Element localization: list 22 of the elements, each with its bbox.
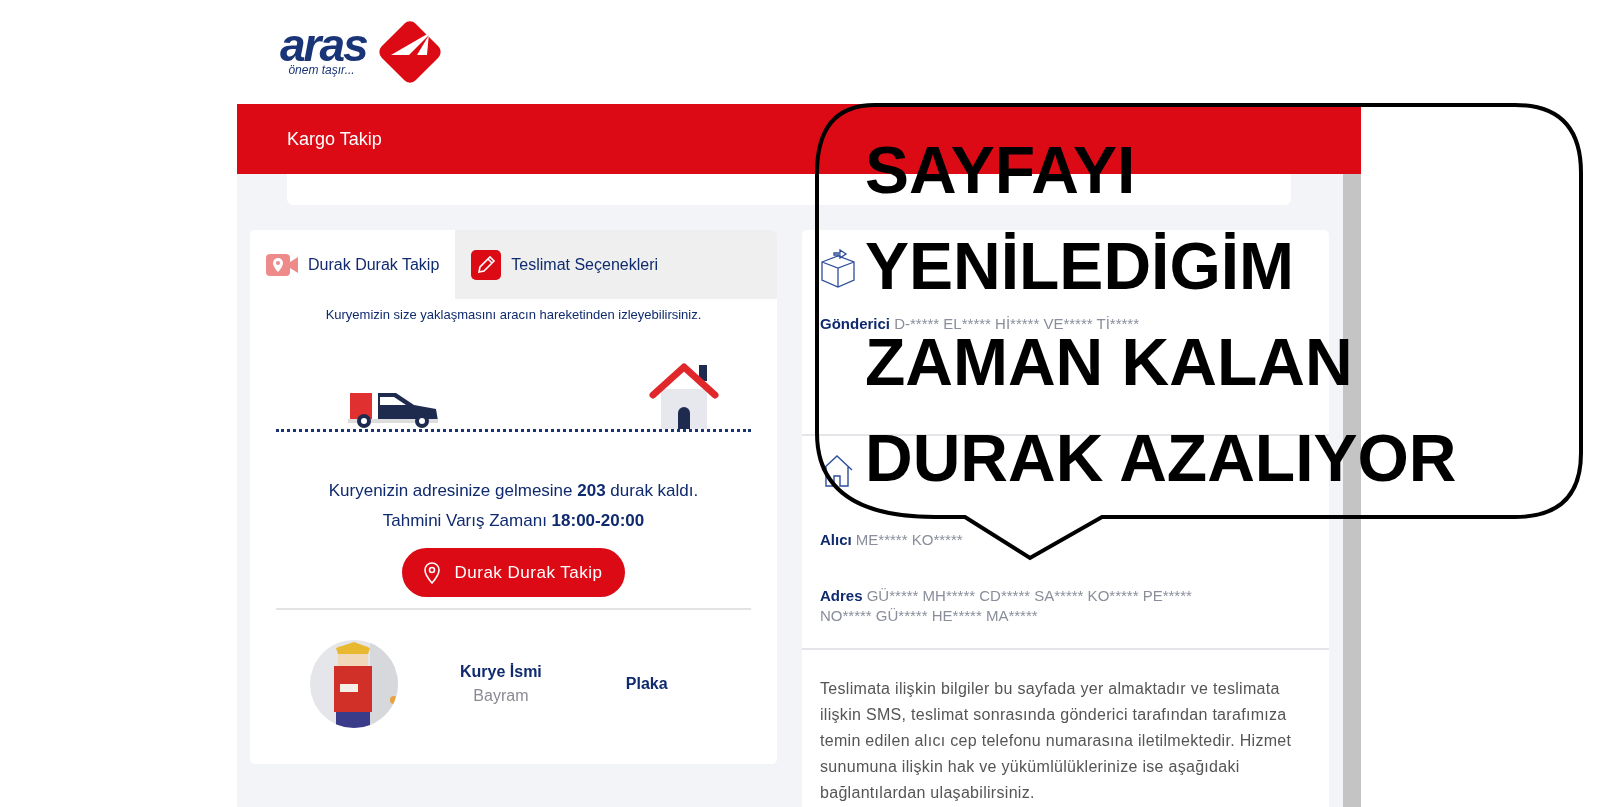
status-text: Tahmini Varış Zamanı 18:00-20:00 [381,510,646,532]
box-icon [820,248,856,288]
courier-name-label: Kurye İsmi [460,663,542,681]
pencil-icon [471,249,502,280]
logo-wordmark: aras [280,27,367,63]
track-button[interactable]: Durak Durak Takip [402,548,625,597]
location-pin-icon [424,561,441,584]
logo-tagline: önem taşır... [288,63,355,77]
plate-label: Plaka [625,675,668,693]
info-row-text: Gönderici D-***** EL***** Hİ***** VE***** Tİ***** [820,314,1141,334]
status-text: Kuryenizin adresinize gelmesine 203 durak kaldı. [327,480,700,502]
courier-name: Bayram [473,687,529,705]
house-icon [649,361,719,429]
tab[interactable]: Teslimat Seçenekleri [455,230,777,299]
notice-text: Teslimata ilişkin bilgiler bu sayfada yer almaktadır ve teslimata ilişkin SMS, teslimat sonrasında gönderici tarafından tarafımıza temin edilen alıcı cep telefonu numarasına iletilmektedir. Hizmet sunumuna ilişkin hak ve yükümlülüklerinize ise aşağıdaki bağlantılardan ulaşabilirsiniz. [819,679,1293,803]
video-pin-icon [266,253,298,276]
annotation-text: DURAK AZALIYOR [865,423,1457,483]
info-row-text: Adres GÜ***** MH***** CD***** SA***** KO***** PE***** NO***** GÜ***** HE***** MA***** [820,586,1193,626]
info-row-text: Alıcı ME***** KO***** [820,530,964,550]
tracking-hint: Kuryemizin size yaklaşmasını aracın hareketinden izleyebilirsiniz. [324,307,703,322]
nav-title[interactable]: Kargo Takip [287,128,382,150]
annotation-text: YENİLEDİGİM [865,231,1296,291]
